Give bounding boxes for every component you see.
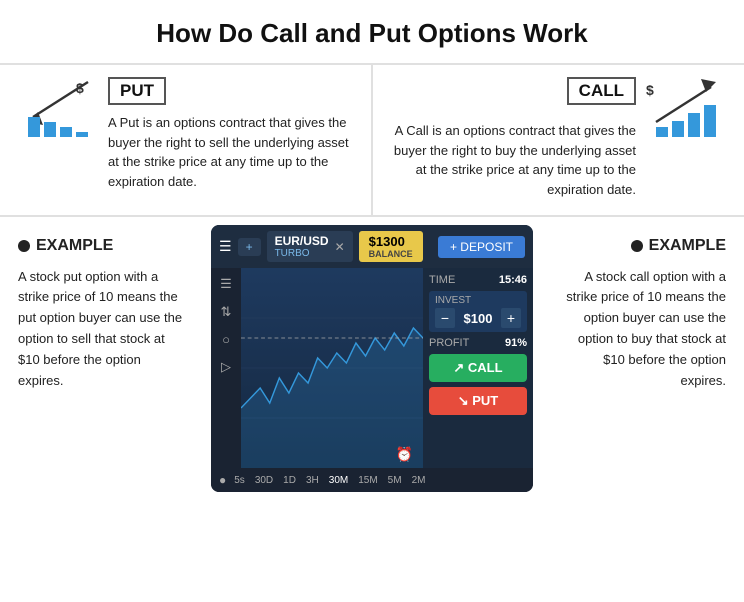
footer-dot-icon: ● <box>219 473 226 487</box>
call-example-text: A stock call option with a strike price … <box>555 267 726 392</box>
call-example-dot <box>631 240 643 252</box>
put-description: A Put is an options contract that gives … <box>108 113 353 191</box>
put-example-dot <box>18 240 30 252</box>
call-label: CALL <box>567 77 636 105</box>
profit-label: PROFIT <box>429 337 469 349</box>
time-15m[interactable]: 15M <box>358 475 377 486</box>
trading-terminal: ☰ + EUR/USD TURBO ✕ $1300 BALANCE + DEPO… <box>207 217 537 500</box>
currency-pair: EUR/USD TURBO ✕ <box>267 231 353 262</box>
invest-label: INVEST <box>435 295 521 306</box>
pair-name: EUR/USD <box>275 234 329 248</box>
menu-icon[interactable]: ☰ <box>219 238 232 255</box>
time-30d[interactable]: 30D <box>255 475 273 486</box>
profit-value: 91% <box>505 337 527 349</box>
svg-text:$: $ <box>646 82 654 98</box>
time-label: TIME <box>429 274 455 286</box>
time-3h[interactable]: 3H <box>306 475 319 486</box>
call-button[interactable]: ↗ CALL <box>429 354 527 382</box>
call-description: A Call is an options contract that gives… <box>391 121 636 199</box>
put-button[interactable]: ↘ PUT <box>429 387 527 415</box>
invest-plus-button[interactable]: + <box>501 308 521 328</box>
svg-text:$: $ <box>76 80 84 96</box>
call-example-label: EXAMPLE <box>649 233 726 259</box>
time-options: 5s 30D 1D 3H 30M 15M 5M 2M <box>234 475 525 486</box>
clock-icon: ⏰ <box>396 446 413 463</box>
put-label: PUT <box>108 77 166 105</box>
time-2m[interactable]: 2M <box>412 475 426 486</box>
call-section: CALL A Call is an options contract that … <box>373 65 744 215</box>
invest-minus-button[interactable]: − <box>435 308 455 328</box>
example-put-section: EXAMPLE A stock put option with a strike… <box>0 217 207 401</box>
close-icon[interactable]: ✕ <box>335 240 345 254</box>
put-chart-icon: $ <box>18 77 98 152</box>
balance-display: $1300 BALANCE <box>359 231 423 262</box>
put-section: $ PUT A Put is an options contract that … <box>0 65 373 215</box>
invest-value: $100 <box>464 311 493 326</box>
put-example-text: A stock put option with a strike price o… <box>18 267 189 392</box>
terminal-sidebar: ☰ ⇅ ○ ▷ <box>211 268 241 468</box>
time-5s[interactable]: 5s <box>234 475 245 486</box>
page-title: How Do Call and Put Options Work <box>0 0 744 63</box>
time-30m[interactable]: 30M <box>329 475 348 486</box>
price-chart: ⏰ <box>241 268 423 468</box>
add-button[interactable]: + <box>238 238 261 256</box>
deposit-button[interactable]: + DEPOSIT <box>438 236 525 258</box>
time-value: 15:46 <box>499 274 527 286</box>
sidebar-arrows[interactable]: ⇅ <box>221 304 232 320</box>
trade-controls: TIME 15:46 INVEST − $100 + P <box>423 268 533 468</box>
time-5m[interactable]: 5M <box>388 475 402 486</box>
call-chart-icon: $ <box>646 77 726 152</box>
time-1d[interactable]: 1D <box>283 475 296 486</box>
sidebar-search[interactable]: ○ <box>222 332 230 347</box>
sidebar-play[interactable]: ▷ <box>221 359 231 375</box>
example-call-section: EXAMPLE A stock call option with a strik… <box>537 217 744 401</box>
put-example-label: EXAMPLE <box>36 233 113 259</box>
sidebar-hamburger[interactable]: ☰ <box>220 276 232 292</box>
pair-type: TURBO <box>275 248 329 259</box>
